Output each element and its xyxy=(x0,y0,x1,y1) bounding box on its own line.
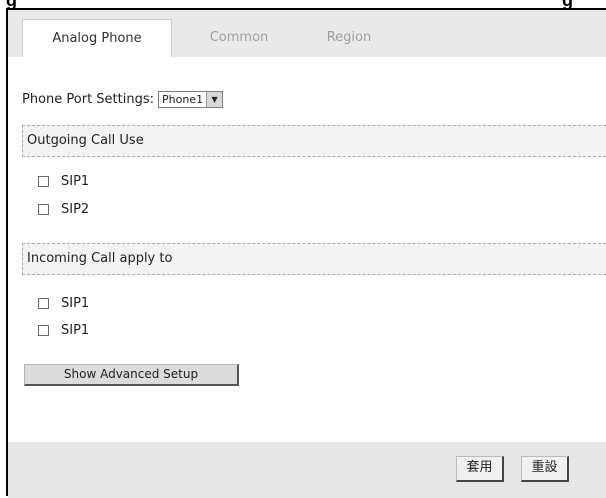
incoming-sip1-row[interactable]: SIP1 xyxy=(38,294,89,312)
show-advanced-setup-button[interactable]: Show Advanced Setup xyxy=(24,364,239,386)
apply-button[interactable]: 套用 xyxy=(456,456,504,482)
incoming-sip1b-row[interactable]: SIP1 xyxy=(38,321,89,339)
incoming-sip1b-checkbox[interactable] xyxy=(38,324,49,336)
outgoing-sip1-label: SIP1 xyxy=(61,173,90,189)
outgoing-call-title: Outgoing Call Use xyxy=(27,133,144,148)
tab-analog-phone[interactable]: Analog Phone xyxy=(22,19,172,58)
outgoing-sip1-row[interactable]: SIP1 xyxy=(38,172,89,190)
incoming-sip1-checkbox[interactable] xyxy=(38,297,49,309)
phone-port-settings-label: Phone Port Settings: xyxy=(22,91,155,107)
outgoing-sip2-row[interactable]: SIP2 xyxy=(38,200,89,218)
outgoing-sip2-label: SIP2 xyxy=(61,201,90,217)
reset-button[interactable]: 重設 xyxy=(521,456,569,482)
tab-region[interactable]: Region xyxy=(304,19,394,57)
incoming-sip1b-label: SIP1 xyxy=(61,322,90,338)
chevron-down-icon[interactable]: ▼ xyxy=(206,91,223,107)
tab-common[interactable]: Common xyxy=(184,19,294,57)
tab-bar: Analog Phone Common Region xyxy=(8,10,606,58)
phone-port-select[interactable]: Phone1 ▼ xyxy=(158,90,224,108)
phone-port-settings-row: Phone Port Settings: Phone1 ▼ xyxy=(22,89,224,109)
incoming-call-section-header: Incoming Call apply to xyxy=(22,243,606,275)
incoming-sip1-label: SIP1 xyxy=(61,295,90,311)
outgoing-sip1-checkbox[interactable] xyxy=(38,175,49,187)
settings-panel: Analog Phone Common Region Phone Port Se… xyxy=(6,8,606,498)
phone-port-select-value: Phone1 xyxy=(162,92,204,106)
footer-bar: 套用 重設 xyxy=(8,442,606,498)
tab-content: Phone Port Settings: Phone1 ▼ Outgoing C… xyxy=(8,57,606,442)
incoming-call-title: Incoming Call apply to xyxy=(27,251,173,266)
outgoing-sip2-checkbox[interactable] xyxy=(38,203,49,215)
caption-fragment-right: g xyxy=(562,0,586,8)
outgoing-call-section-header: Outgoing Call Use xyxy=(22,125,606,157)
caption-fragment-left: g xyxy=(6,0,20,8)
